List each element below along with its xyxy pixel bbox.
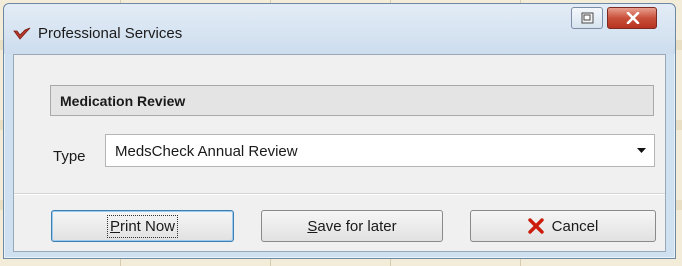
save-for-later-label: Save for later bbox=[307, 218, 396, 235]
chevron-down-icon bbox=[637, 148, 646, 153]
dialog-window: Professional Services Medication Review … bbox=[3, 3, 676, 259]
red-check-icon bbox=[13, 27, 31, 40]
red-x-icon bbox=[527, 218, 544, 234]
divider bbox=[14, 193, 665, 195]
window-title: Professional Services bbox=[38, 25, 183, 42]
type-label: Type bbox=[53, 148, 86, 165]
dialog-body: Medication Review Type MedsCheck Annual … bbox=[13, 54, 666, 252]
restore-icon bbox=[581, 12, 594, 24]
close-button[interactable] bbox=[607, 7, 657, 29]
print-now-rest: rint Now bbox=[120, 217, 176, 235]
print-now-mnemonic: P bbox=[109, 217, 120, 235]
print-now-button[interactable]: Print Now bbox=[51, 210, 234, 242]
title-bar[interactable]: Professional Services bbox=[4, 4, 675, 54]
save-for-later-rest: ave for later bbox=[317, 217, 397, 235]
type-dropdown-value: MedsCheck Annual Review bbox=[115, 143, 298, 160]
cancel-label: Cancel bbox=[551, 217, 599, 235]
restore-button[interactable] bbox=[571, 7, 603, 29]
type-dropdown[interactable]: MedsCheck Annual Review bbox=[105, 134, 655, 167]
section-header-label: Medication Review bbox=[60, 93, 186, 109]
close-icon bbox=[626, 12, 640, 24]
save-for-later-mnemonic: S bbox=[307, 217, 318, 235]
save-for-later-button[interactable]: Save for later bbox=[261, 210, 443, 242]
section-header: Medication Review bbox=[50, 85, 654, 116]
cancel-button[interactable]: Cancel bbox=[470, 210, 656, 242]
print-now-label: Print Now bbox=[106, 214, 179, 238]
